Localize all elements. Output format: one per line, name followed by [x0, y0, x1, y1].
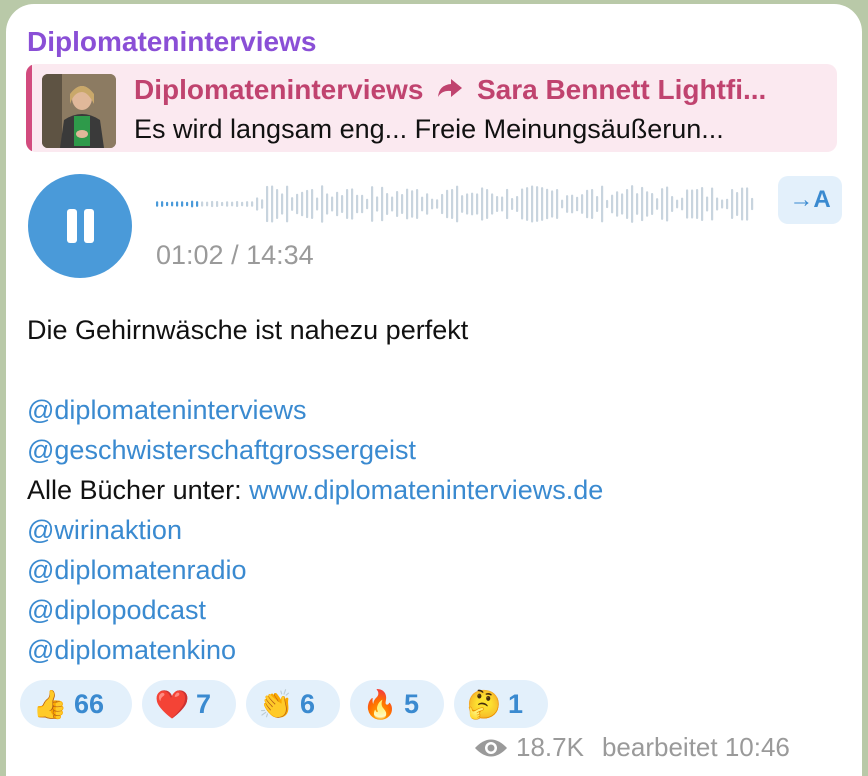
reaction-thumbs-up[interactable]: 👍 66 [20, 680, 132, 728]
mention-link[interactable]: @diplomatenkino [27, 630, 603, 670]
thinking-face-icon: 🤔 [466, 688, 502, 720]
audio-waveform[interactable] [156, 182, 760, 226]
website-link[interactable]: www.diplomateninterviews.de [249, 475, 603, 505]
forward-arrow-icon [437, 74, 463, 106]
transcribe-button[interactable]: →A [778, 176, 842, 224]
reaction-thinking[interactable]: 🤔 1 [454, 680, 548, 728]
eye-icon [475, 739, 507, 756]
reply-title: Diplomateninterviews Sara Bennett Lightf… [134, 74, 766, 106]
reaction-count: 5 [404, 688, 420, 719]
channel-name[interactable]: Diplomateninterviews [27, 26, 316, 58]
books-line: Alle Bücher unter: www.diplomatenintervi… [27, 470, 603, 510]
reply-accent-bar [26, 64, 32, 152]
fire-icon: 🔥 [362, 688, 398, 720]
pause-button[interactable] [28, 174, 132, 278]
reply-source: Diplomateninterviews [134, 74, 424, 105]
mention-link[interactable]: @diplopodcast [27, 590, 603, 630]
books-prefix: Alle Bücher unter: [27, 475, 250, 505]
mention-link[interactable]: @geschwisterschaftgrossergeist [27, 430, 603, 470]
message-line: Die Gehirnwäsche ist nahezu perfekt [27, 315, 469, 345]
forwarded-from-name: Sara Bennett Lightfi... [476, 74, 767, 105]
reaction-clap[interactable]: 👏 6 [246, 680, 340, 728]
mention-link[interactable]: @diplomatenradio [27, 550, 603, 590]
person-thumbnail-image [42, 74, 116, 148]
reaction-count: 66 [74, 688, 105, 719]
message-bubble: Diplomateninterviews Diplomateninterview… [6, 4, 862, 776]
heart-icon: ❤️ [154, 688, 190, 720]
reaction-count: 1 [508, 688, 524, 719]
edited-timestamp: bearbeitet 10:46 [601, 732, 790, 762]
mention-link[interactable]: @wirinaktion [27, 510, 603, 550]
mention-link[interactable]: @diplomateninterviews [27, 390, 603, 430]
clapping-hands-icon: 👏 [258, 688, 294, 720]
message-meta: 18.7K bearbeitet 10:46 [474, 732, 790, 763]
reply-preview-text: Es wird langsam eng... Freie Meinungsäuß… [134, 114, 724, 144]
reaction-fire[interactable]: 🔥 5 [350, 680, 444, 728]
reaction-count: 7 [196, 688, 212, 719]
reaction-count: 6 [300, 688, 316, 719]
reply-thumbnail [42, 74, 116, 148]
message-text: Die Gehirnwäsche ist nahezu perfekt @dip… [27, 310, 603, 670]
audio-time: 01:02 / 14:34 [156, 240, 314, 270]
view-count: 18.7K [516, 732, 584, 762]
reaction-heart[interactable]: ❤️ 7 [142, 680, 236, 728]
forwarded-reply-preview[interactable]: Diplomateninterviews Sara Bennett Lightf… [26, 64, 837, 152]
thumbs-up-icon: 👍 [32, 688, 68, 720]
